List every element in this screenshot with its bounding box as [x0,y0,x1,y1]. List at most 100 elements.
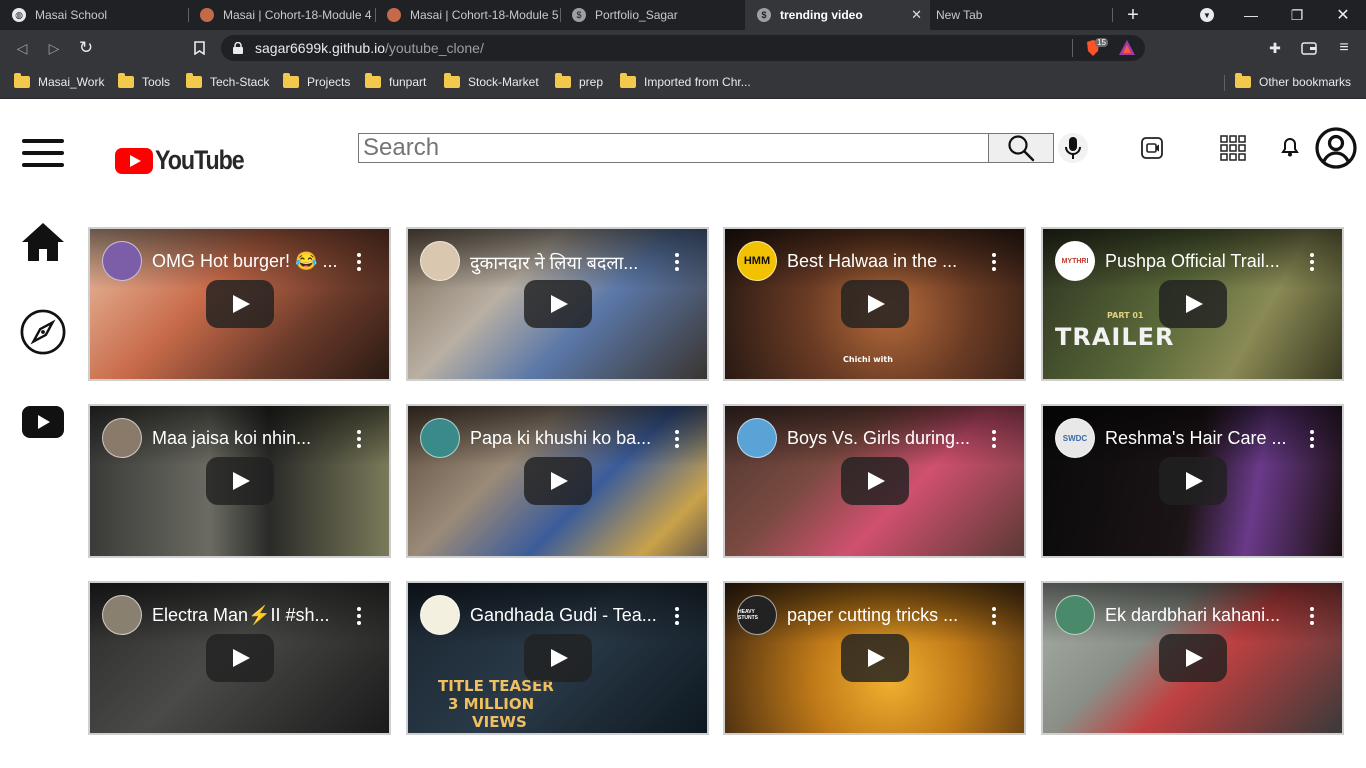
play-button-icon[interactable] [840,280,909,328]
create-video-button[interactable] [1138,133,1168,163]
search-input[interactable] [358,133,989,163]
tab-masai-cohort-5[interactable]: Masai | Cohort-18-Module 5 [375,0,560,30]
bookmark-folder-projects[interactable]: Projects [283,73,350,91]
bookmark-folder-prep[interactable]: prep [555,73,603,91]
bookmark-folder-masai-work[interactable]: Masai_Work [14,73,104,91]
more-options-icon[interactable] [357,607,361,625]
maximize-button[interactable]: ❐ [1274,0,1320,30]
video-title[interactable]: Pushpa Official Trail... [1105,251,1310,272]
video-card[interactable]: Ek dardbhari kahani... [1041,581,1344,735]
channel-avatar[interactable]: MYTHRI [1055,241,1095,281]
address-bar[interactable]: sagar6699k.github.io/youtube_clone/ 15 [221,35,1145,61]
more-options-icon[interactable] [675,607,679,625]
play-button-icon[interactable] [523,280,592,328]
play-button-icon[interactable] [1158,634,1227,682]
channel-avatar[interactable] [420,241,460,281]
youtube-logo[interactable]: YouTube [115,145,258,176]
close-window-button[interactable]: ✕ [1320,0,1366,30]
apps-grid-button[interactable] [1219,134,1247,162]
bookmark-page-button[interactable] [189,38,209,58]
play-button-icon[interactable] [205,457,274,505]
more-options-icon[interactable] [1310,430,1314,448]
bookmark-folder-tech-stack[interactable]: Tech-Stack [186,73,269,91]
sidebar-subscriptions-button[interactable] [20,399,66,445]
channel-avatar[interactable]: HEAVY STUNTS [737,595,777,635]
video-card[interactable]: SWDC Reshma's Hair Care ... [1041,404,1344,558]
channel-avatar[interactable] [1055,595,1095,635]
more-options-icon[interactable] [992,607,996,625]
video-title[interactable]: दुकानदार ने लिया बदला... [470,251,675,275]
play-button-icon[interactable] [840,457,909,505]
minimize-button[interactable]: — [1228,0,1274,30]
channel-avatar[interactable] [102,241,142,281]
more-options-icon[interactable] [992,253,996,271]
video-card[interactable]: HEAVY STUNTS paper cutting tricks ... [723,581,1026,735]
channel-avatar[interactable]: SWDC [1055,418,1095,458]
video-title[interactable]: Maa jaisa koi nhin... [152,428,357,449]
hamburger-menu-button[interactable] [22,137,64,169]
forward-button[interactable]: ▷ [44,38,64,58]
channel-avatar[interactable] [102,418,142,458]
account-button[interactable] [1314,126,1358,170]
video-title[interactable]: Papa ki khushi ko ba... [470,428,675,449]
video-card[interactable]: PART 01 TRAILER MYTHRI Pushpa Official T… [1041,227,1344,381]
channel-avatar[interactable] [420,595,460,635]
bookmark-folder-tools[interactable]: Tools [118,73,170,91]
play-button-icon[interactable] [1158,457,1227,505]
channel-avatar[interactable] [102,595,142,635]
wallet-button[interactable] [1299,38,1319,58]
video-title[interactable]: Ek dardbhari kahani... [1105,605,1310,626]
video-title[interactable]: paper cutting tricks ... [787,605,992,626]
video-card[interactable]: दुकानदार ने लिया बदला... [406,227,709,381]
more-options-icon[interactable] [992,430,996,448]
more-options-icon[interactable] [357,253,361,271]
video-card[interactable]: OMG Hot burger! 😂 ... [88,227,391,381]
video-title[interactable]: Boys Vs. Girls during... [787,428,992,449]
video-card[interactable]: Boys Vs. Girls during... [723,404,1026,558]
play-button-icon[interactable] [523,457,592,505]
more-options-icon[interactable] [675,253,679,271]
play-button-icon[interactable] [205,634,274,682]
extensions-button[interactable]: ✚ [1265,38,1285,58]
video-title[interactable]: Best Halwaa in the ... [787,251,992,272]
menu-button[interactable]: ≡ [1334,38,1354,58]
bookmark-folder-funpart[interactable]: funpart [365,73,426,91]
play-button-icon[interactable] [523,634,592,682]
tab-masai-cohort-4[interactable]: Masai | Cohort-18-Module 4 [188,0,376,30]
bookmark-folder-stock-market[interactable]: Stock-Market [444,73,539,91]
bookmark-folder-imported[interactable]: Imported from Chr... [620,73,751,91]
play-button-icon[interactable] [1158,280,1227,328]
channel-avatar[interactable] [420,418,460,458]
close-tab-icon[interactable]: ✕ [911,7,922,23]
tab-masai-school[interactable]: ◍ Masai School [0,0,188,30]
notifications-button[interactable] [1279,135,1301,159]
video-card[interactable]: Maa jaisa koi nhin... [88,404,391,558]
more-options-icon[interactable] [1310,253,1314,271]
more-options-icon[interactable] [1310,607,1314,625]
bookmark-folder-other[interactable]: Other bookmarks [1235,73,1351,91]
channel-avatar[interactable]: HMM [737,241,777,281]
brave-shields-button[interactable]: 15 [1085,38,1108,57]
reload-button[interactable]: ↻ [76,38,96,58]
tab-new-tab[interactable]: New Tab [930,0,1112,30]
tab-portfolio[interactable]: $ Portfolio_Sagar [560,0,745,30]
back-button[interactable]: ◁ [12,38,32,58]
sidebar-explore-button[interactable] [20,309,66,355]
video-title[interactable]: OMG Hot burger! 😂 ... [152,251,357,272]
more-options-icon[interactable] [357,430,361,448]
new-tab-button[interactable]: + [1110,0,1156,30]
video-title[interactable]: Electra Man⚡II #sh... [152,605,357,626]
video-card[interactable]: TITLE TEASER 3 MILLION VIEWS Gandhada Gu… [406,581,709,735]
play-button-icon[interactable] [840,634,909,682]
tab-trending-video[interactable]: $ trending video ✕ [745,0,930,30]
tab-search-button[interactable]: ▼ [1184,0,1230,30]
video-card[interactable]: Chichi with HMM Best Halwaa in the ... [723,227,1026,381]
channel-avatar[interactable] [737,418,777,458]
more-options-icon[interactable] [675,430,679,448]
brave-rewards-button[interactable] [1119,40,1135,60]
video-card[interactable]: Electra Man⚡II #sh... [88,581,391,735]
video-title[interactable]: Reshma's Hair Care ... [1105,428,1310,449]
video-title[interactable]: Gandhada Gudi - Tea... [470,605,675,626]
search-button[interactable] [988,133,1054,163]
sidebar-home-button[interactable] [20,219,66,265]
